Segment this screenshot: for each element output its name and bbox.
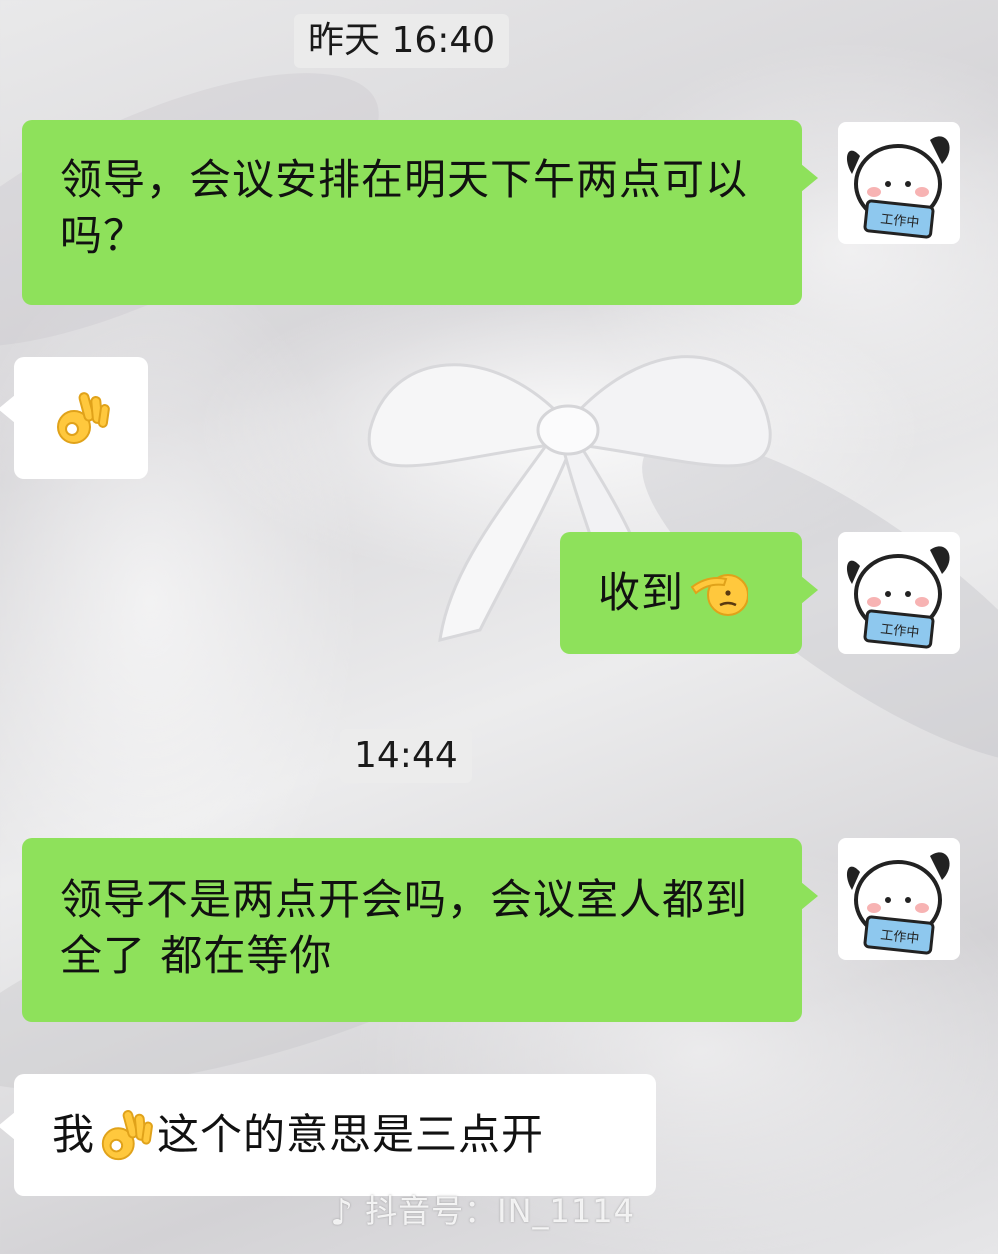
user-avatar[interactable]: 工作中	[838, 122, 960, 244]
puppy-avatar-icon: 工作中	[846, 852, 950, 955]
salute-emoji-icon	[690, 574, 749, 616]
user-avatar[interactable]: 工作中	[838, 838, 960, 960]
user-avatar[interactable]: 工作中	[838, 532, 960, 654]
message-text: 我	[52, 1110, 96, 1159]
puppy-avatar-icon: 工作中	[846, 546, 950, 649]
message-text: 领导不是两点开会吗，会议室人都到全了 都在等你	[60, 875, 749, 980]
sent-message-bubble[interactable]: 收到	[560, 532, 818, 654]
ok-hand-emoji-icon	[57, 392, 110, 444]
watermark-text: 抖音号：IN_1114	[365, 1192, 635, 1230]
timestamp: 昨天 16:40	[294, 14, 510, 68]
received-message-bubble[interactable]	[0, 357, 148, 479]
timestamp: 14:44	[340, 729, 472, 783]
ok-hand-emoji-icon	[101, 1110, 153, 1161]
douyin-logo-icon: ♪	[330, 1192, 354, 1234]
message-text: 领导，会议安排在明天下午两点可以吗？	[60, 155, 749, 260]
received-message-bubble[interactable]: 我 这个的意思是三点开	[0, 1074, 656, 1196]
douyin-watermark: ♪ 抖音号：IN_1114	[330, 1186, 635, 1234]
message-text: 收到	[598, 568, 685, 617]
sent-message-bubble[interactable]: 领导，会议安排在明天下午两点可以吗？	[22, 120, 818, 305]
puppy-avatar-icon: 工作中	[846, 136, 950, 239]
sent-message-bubble[interactable]: 领导不是两点开会吗，会议室人都到全了 都在等你	[22, 838, 818, 1022]
message-text: 这个的意思是三点开	[157, 1110, 545, 1159]
